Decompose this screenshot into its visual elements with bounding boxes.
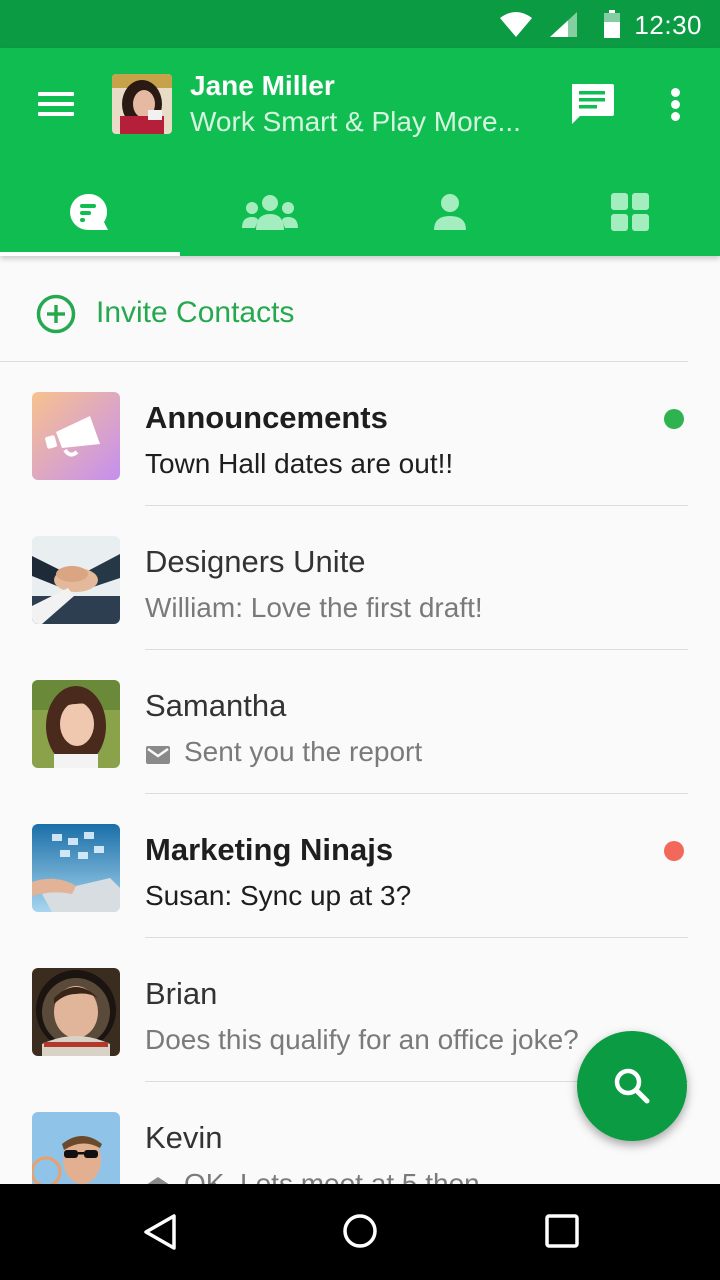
tab-groups[interactable]	[180, 168, 360, 256]
conversation-title: Brian	[145, 976, 218, 1011]
recents-icon	[545, 1214, 579, 1248]
new-message-button[interactable]	[566, 78, 618, 130]
samantha-avatar	[32, 680, 120, 768]
tab-contacts[interactable]	[360, 168, 540, 256]
designers-unite-avatar	[32, 536, 120, 624]
app-bar: Jane Miller Work Smart & Play More...	[0, 48, 720, 256]
status-bar: 12:30	[0, 0, 720, 48]
more-vert-icon	[671, 88, 680, 97]
home-button[interactable]	[342, 1213, 378, 1249]
menu-button[interactable]	[26, 78, 86, 130]
conversation-item[interactable]: Marketing Ninajs Susan: Sync up at 3?	[0, 794, 720, 938]
conversation-title: Kevin	[145, 1120, 223, 1155]
announcements-avatar	[32, 392, 120, 480]
wifi-icon	[500, 12, 532, 37]
marketing-ninajs-avatar	[32, 824, 120, 912]
invite-contacts-row[interactable]: Invite Contacts	[0, 256, 720, 362]
more-vert-dot	[671, 100, 680, 109]
conversation-preview: Susan: Sync up at 3?	[145, 880, 412, 911]
profile-avatar[interactable]	[112, 74, 172, 134]
unread-indicator	[664, 409, 684, 429]
conversation-item[interactable]: Announcements Town Hall dates are out!!	[0, 362, 720, 506]
conversation-preview: Town Hall dates are out!!	[145, 448, 454, 479]
conversation-item[interactable]: Designers Unite William: Love the first …	[0, 506, 720, 650]
menu-icon	[38, 92, 74, 96]
conversation-item[interactable]: Samantha Sent you the report	[0, 650, 720, 794]
message-icon	[572, 84, 614, 124]
chat-bubble-icon	[70, 193, 108, 230]
conversation-title: Designers Unite	[145, 544, 366, 579]
conversation-title: Marketing Ninajs	[145, 832, 394, 867]
home-icon	[343, 1214, 377, 1248]
conversation-title: Samantha	[145, 688, 287, 723]
person-icon	[434, 194, 466, 230]
tab-bar	[0, 168, 720, 256]
search-fab[interactable]	[577, 1031, 687, 1141]
group-icon	[242, 195, 298, 230]
battery-icon	[604, 10, 620, 38]
back-button[interactable]	[140, 1212, 180, 1252]
invite-contacts-label: Invite Contacts	[96, 296, 295, 329]
clock: 12:30	[634, 10, 702, 40]
conversation-title: Announcements	[145, 400, 388, 435]
brian-avatar	[32, 968, 120, 1056]
cell-signal-icon	[550, 12, 577, 37]
profile-status: Work Smart & Play More...	[190, 106, 520, 137]
conversation-preview: Sent you the report	[184, 736, 423, 767]
overflow-menu-button[interactable]	[658, 78, 694, 130]
search-icon	[614, 1068, 650, 1104]
tab-apps[interactable]	[540, 168, 720, 256]
menu-icon-line	[38, 102, 74, 106]
menu-icon-line	[38, 112, 74, 116]
mail-icon	[146, 746, 170, 764]
grid-apps-icon	[611, 193, 649, 231]
add-circle-icon	[36, 294, 76, 334]
unread-indicator	[664, 841, 684, 861]
recents-button[interactable]	[545, 1214, 579, 1248]
conversation-preview: Does this qualify for an office joke?	[145, 1024, 579, 1055]
system-nav-bar	[0, 1184, 720, 1280]
tab-chats[interactable]	[0, 168, 180, 256]
more-vert-dot	[671, 112, 680, 121]
profile-name[interactable]: Jane Miller	[190, 70, 335, 102]
conversation-preview: William: Love the first draft!	[145, 592, 483, 623]
back-icon	[144, 1214, 176, 1250]
